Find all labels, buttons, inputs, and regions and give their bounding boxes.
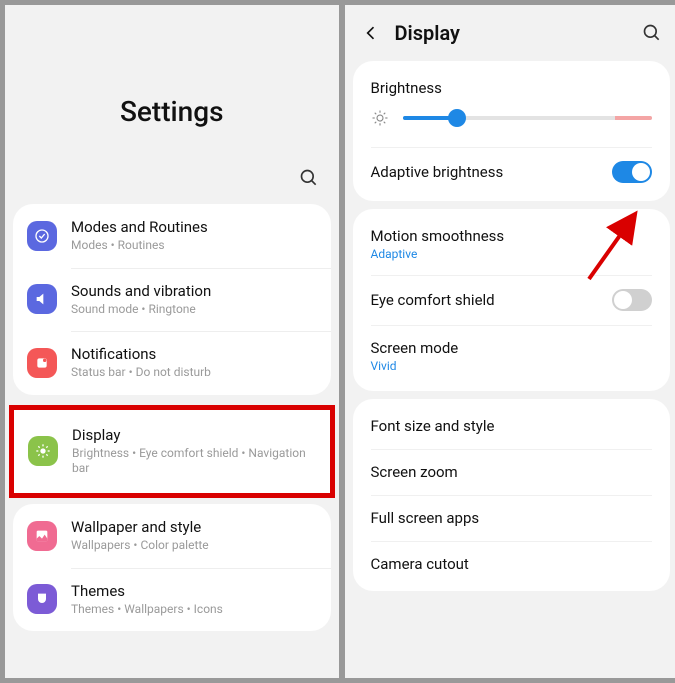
item-sounds[interactable]: Sounds and vibration Sound mode • Ringto… xyxy=(13,268,331,332)
motion-smoothness-row[interactable]: Motion smoothness Adaptive xyxy=(353,213,671,275)
zoom-row[interactable]: Screen zoom xyxy=(353,449,671,495)
zoom-label: Screen zoom xyxy=(371,463,458,481)
fullscreen-row[interactable]: Full screen apps xyxy=(353,495,671,541)
wallpaper-icon xyxy=(27,521,57,551)
display-pane: Display Brightness Adaptive brightness xyxy=(344,4,675,679)
motion-value: Adaptive xyxy=(371,247,505,261)
eye-label: Eye comfort shield xyxy=(371,291,495,309)
search-icon[interactable] xyxy=(299,168,319,188)
item-sub: Themes • Wallpapers • Icons xyxy=(71,602,317,618)
item-modes-routines[interactable]: Modes and Routines Modes • Routines xyxy=(13,204,331,268)
item-sub: Modes • Routines xyxy=(71,238,317,254)
font-row[interactable]: Font size and style xyxy=(353,403,671,449)
item-themes[interactable]: Themes Themes • Wallpapers • Icons xyxy=(13,568,331,632)
sun-icon xyxy=(371,109,389,127)
back-icon[interactable] xyxy=(361,23,381,43)
item-label: Sounds and vibration xyxy=(71,282,317,300)
screenmode-value: Vivid xyxy=(371,359,459,373)
brightness-label: Brightness xyxy=(371,79,653,97)
item-wallpaper[interactable]: Wallpaper and style Wallpapers • Color p… xyxy=(13,504,331,568)
font-label: Font size and style xyxy=(371,417,495,435)
item-label: Themes xyxy=(71,582,317,600)
eye-toggle[interactable] xyxy=(612,289,652,311)
brightness-row: Brightness xyxy=(353,65,671,147)
themes-icon xyxy=(27,584,57,614)
screenmode-label: Screen mode xyxy=(371,339,459,357)
cutout-row[interactable]: Camera cutout xyxy=(353,541,671,587)
settings-pane: Settings Modes and Routines Modes • Rout… xyxy=(4,4,340,679)
brightness-slider[interactable] xyxy=(403,116,653,120)
item-notifications[interactable]: Notifications Status bar • Do not distur… xyxy=(13,331,331,395)
sound-icon xyxy=(27,284,57,314)
adaptive-brightness-row[interactable]: Adaptive brightness xyxy=(353,147,671,197)
item-sub: Sound mode • Ringtone xyxy=(71,302,317,318)
cutout-label: Camera cutout xyxy=(371,555,469,573)
item-sub: Wallpapers • Color palette xyxy=(71,538,317,554)
item-label: Modes and Routines xyxy=(71,218,317,236)
fullscreen-label: Full screen apps xyxy=(371,509,480,527)
item-label: Display xyxy=(72,426,316,444)
item-sub: Brightness • Eye comfort shield • Naviga… xyxy=(72,446,316,477)
adaptive-label: Adaptive brightness xyxy=(371,163,504,181)
display-icon xyxy=(28,436,58,466)
modes-icon xyxy=(27,221,57,251)
search-icon[interactable] xyxy=(642,23,662,43)
item-label: Wallpaper and style xyxy=(71,518,317,536)
item-display[interactable]: Display Brightness • Eye comfort shield … xyxy=(14,410,330,493)
eye-comfort-row[interactable]: Eye comfort shield xyxy=(353,275,671,325)
display-highlight: Display Brightness • Eye comfort shield … xyxy=(9,405,335,498)
page-title: Settings xyxy=(5,5,339,168)
item-label: Notifications xyxy=(71,345,317,363)
notifications-icon xyxy=(27,348,57,378)
screen-mode-row[interactable]: Screen mode Vivid xyxy=(353,325,671,387)
header-title: Display xyxy=(395,21,629,45)
item-sub: Status bar • Do not disturb xyxy=(71,365,317,381)
adaptive-toggle[interactable] xyxy=(612,161,652,183)
motion-label: Motion smoothness xyxy=(371,227,505,245)
